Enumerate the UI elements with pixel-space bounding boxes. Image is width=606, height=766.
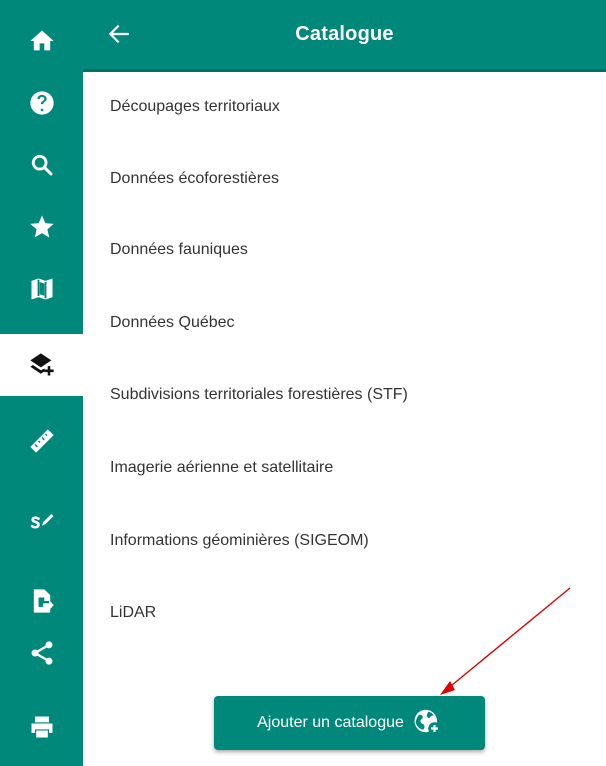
nav-draw[interactable] xyxy=(0,490,83,552)
catalog-item[interactable]: Données écoforestières xyxy=(83,144,606,214)
catalog-item-label: Données écoforestières xyxy=(110,170,279,187)
catalog-item[interactable]: LiDAR xyxy=(83,578,606,648)
catalog-item-label: Données Québec xyxy=(110,314,235,331)
panel-header: Catalogue xyxy=(83,0,606,72)
nav-help[interactable] xyxy=(0,72,83,134)
file-import-icon xyxy=(28,587,56,615)
catalog-item-label: LiDAR xyxy=(110,604,157,621)
draw-icon xyxy=(28,507,56,535)
add-catalog-button[interactable]: Ajouter un catalogue xyxy=(214,696,485,750)
catalog-item[interactable]: Découpages territoriaux xyxy=(83,72,606,142)
catalog-item-label: Données fauniques xyxy=(110,241,248,258)
nav-map[interactable] xyxy=(0,258,83,320)
search-icon xyxy=(28,151,56,179)
catalog-list: Découpages territoriaux Données écofores… xyxy=(83,72,606,692)
ruler-icon xyxy=(28,427,56,455)
catalog-item[interactable]: Informations géominières (SIGEOM) xyxy=(83,506,606,576)
catalog-item[interactable]: Imagerie aérienne et satellitaire xyxy=(83,433,606,503)
nav-measure[interactable] xyxy=(0,410,83,472)
catalog-item-label: Découpages territoriaux xyxy=(110,98,280,115)
print-icon xyxy=(28,713,56,741)
add-catalog-label: Ajouter un catalogue xyxy=(257,714,404,731)
nav-favorites[interactable] xyxy=(0,196,83,258)
share-icon xyxy=(28,639,56,667)
nav-print[interactable] xyxy=(0,696,83,758)
layers-add-icon xyxy=(28,351,56,379)
catalog-item[interactable]: Données Québec xyxy=(83,288,606,358)
nav-home[interactable] xyxy=(0,10,83,72)
catalog-item[interactable]: Données fauniques xyxy=(83,215,606,285)
nav-search[interactable] xyxy=(0,134,83,196)
catalog-item[interactable]: Subdivisions territoriales forestières (… xyxy=(83,360,606,430)
globe-add-icon xyxy=(412,706,442,741)
catalog-item-label: Imagerie aérienne et satellitaire xyxy=(110,459,334,476)
map-icon xyxy=(28,275,56,303)
home-icon xyxy=(28,27,56,55)
catalog-item-label: Subdivisions territoriales forestières (… xyxy=(110,386,408,403)
nav-share[interactable] xyxy=(0,622,83,684)
nav-rail xyxy=(0,0,83,766)
help-icon xyxy=(28,89,56,117)
app-root: Catalogue Découpages territoriaux Donnée… xyxy=(0,0,606,766)
panel-title: Catalogue xyxy=(295,23,394,45)
nav-catalog[interactable] xyxy=(0,334,83,396)
star-icon xyxy=(28,213,56,241)
catalog-item-label: Informations géominières (SIGEOM) xyxy=(110,532,369,549)
